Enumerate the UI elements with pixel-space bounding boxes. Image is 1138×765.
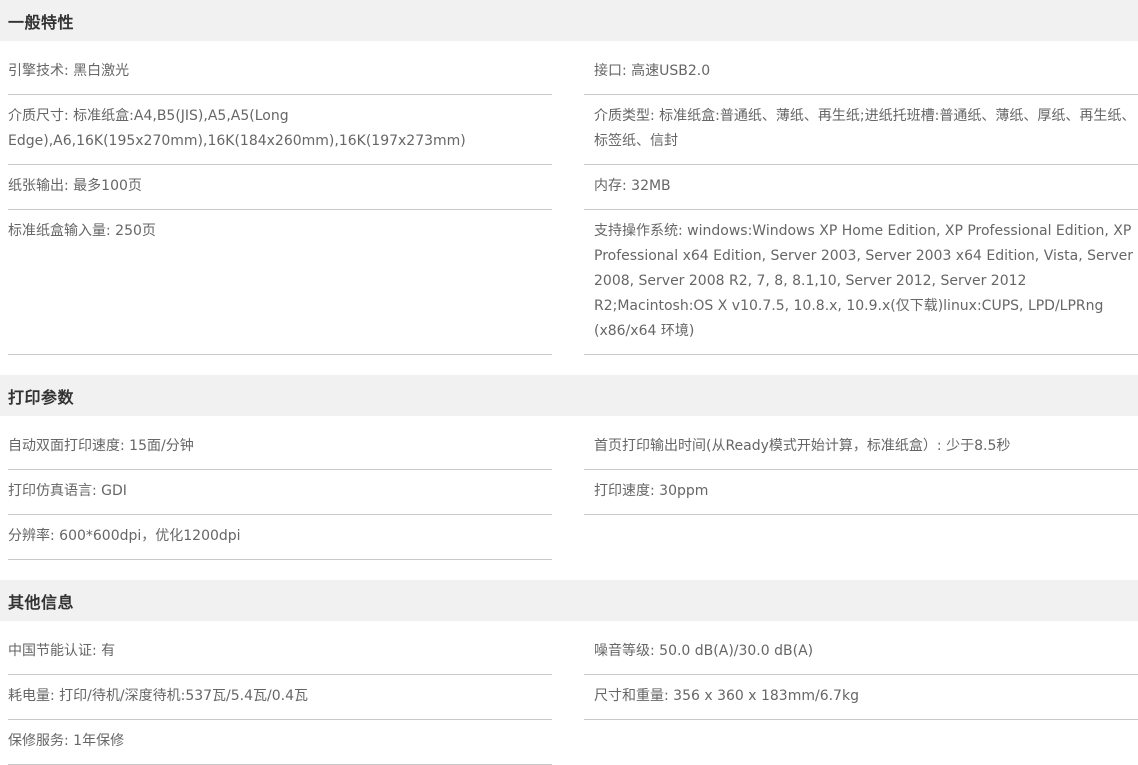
section-body: 自动双面打印速度: 15面/分钟 首页打印输出时间(从Ready模式开始计算，标… (0, 416, 1138, 560)
section-header: 一般特性 (0, 0, 1138, 41)
spec-item: 介质尺寸: 标准纸盒:A4,B5(JIS),A5,A5(Long Edge),A… (8, 95, 552, 165)
spec-item: 自动双面打印速度: 15面/分钟 (8, 425, 552, 470)
spec-item: 首页打印输出时间(从Ready模式开始计算，标准纸盒）: 少于8.5秒 (584, 425, 1138, 470)
spec-item-empty (584, 720, 1138, 765)
spec-section: 打印参数 自动双面打印速度: 15面/分钟 首页打印输出时间(从Ready模式开… (0, 375, 1138, 560)
spec-item-empty (584, 515, 1138, 560)
spec-item: 支持操作系统: windows:Windows XP Home Edition,… (584, 210, 1138, 355)
spec-item: 耗电量: 打印/待机/深度待机:537瓦/5.4瓦/0.4瓦 (8, 675, 552, 720)
section-title: 其他信息 (8, 589, 74, 613)
spec-item: 内存: 32MB (584, 165, 1138, 210)
spec-item: 噪音等级: 50.0 dB(A)/30.0 dB(A) (584, 630, 1138, 675)
spec-item: 分辨率: 600*600dpi，优化1200dpi (8, 515, 552, 560)
section-header: 打印参数 (0, 375, 1138, 416)
spec-item: 中国节能认证: 有 (8, 630, 552, 675)
section-body: 引擎技术: 黑白激光 接口: 高速USB2.0 介质尺寸: 标准纸盒:A4,B5… (0, 41, 1138, 355)
spec-section: 其他信息 中国节能认证: 有 噪音等级: 50.0 dB(A)/30.0 dB(… (0, 580, 1138, 765)
spec-item: 保修服务: 1年保修 (8, 720, 552, 765)
section-title: 打印参数 (8, 384, 74, 408)
spec-item: 打印速度: 30ppm (584, 470, 1138, 515)
printer-spec-page: 一般特性 引擎技术: 黑白激光 接口: 高速USB2.0 介质尺寸: 标准纸盒:… (0, 0, 1138, 765)
section-title: 一般特性 (8, 9, 74, 33)
spec-item: 打印仿真语言: GDI (8, 470, 552, 515)
spec-item: 接口: 高速USB2.0 (584, 50, 1138, 95)
spec-item: 标准纸盒输入量: 250页 (8, 210, 552, 355)
spec-item: 介质类型: 标准纸盒:普通纸、薄纸、再生纸;进纸托班槽:普通纸、薄纸、厚纸、再生… (584, 95, 1138, 165)
section-body: 中国节能认证: 有 噪音等级: 50.0 dB(A)/30.0 dB(A) 耗电… (0, 621, 1138, 765)
spec-item: 尺寸和重量: 356 x 360 x 183mm/6.7kg (584, 675, 1138, 720)
section-header: 其他信息 (0, 580, 1138, 621)
spec-section: 一般特性 引擎技术: 黑白激光 接口: 高速USB2.0 介质尺寸: 标准纸盒:… (0, 0, 1138, 355)
spec-item: 引擎技术: 黑白激光 (8, 50, 552, 95)
spec-item: 纸张输出: 最多100页 (8, 165, 552, 210)
